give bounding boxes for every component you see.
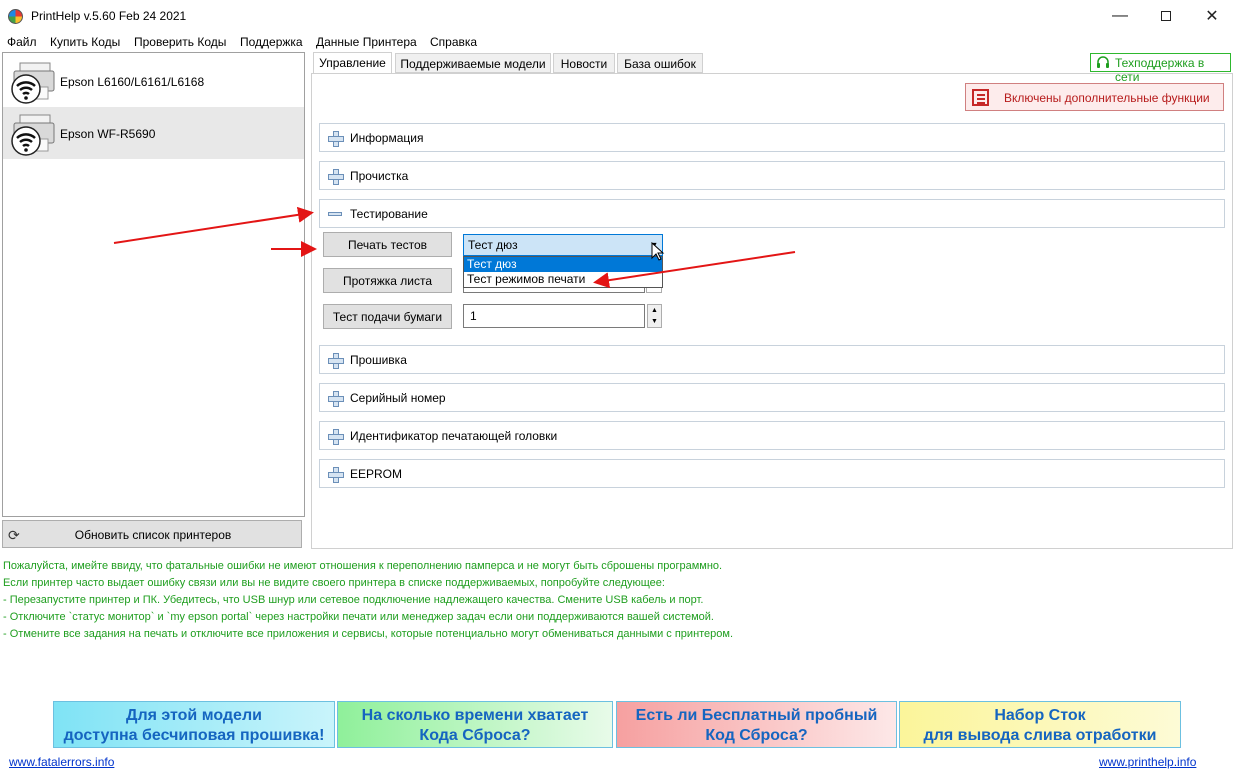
- info-line: Пожалуйста, имейте ввиду, что фатальные …: [3, 560, 723, 572]
- close-button[interactable]: ✕: [1189, 0, 1235, 32]
- menu-help[interactable]: Справка: [430, 35, 477, 49]
- promo-free-trial-button[interactable]: Есть ли Бесплатный пробный Код Сброса?: [616, 701, 897, 748]
- printer-name: Epson WF-R5690: [60, 127, 156, 141]
- promo-chipless-firmware-button[interactable]: Для этой модели доступна бесчиповая прош…: [53, 701, 335, 748]
- section-title: Информация: [350, 131, 424, 145]
- sheet-feed-spinner[interactable]: [646, 288, 662, 293]
- chevron-down-icon: ▼: [646, 235, 662, 255]
- sheet-feed-input[interactable]: [463, 288, 645, 293]
- collapse-icon: [328, 212, 342, 216]
- test-type-selected: Тест дюз: [468, 238, 518, 252]
- promo-line: Для этой модели: [126, 707, 262, 724]
- spin-up-icon[interactable]: ▲: [648, 305, 661, 316]
- promo-line: Код Сброса?: [705, 727, 808, 744]
- expand-icon: [328, 169, 344, 185]
- printer-list: Epson L6160/L6161/L6168 Epson WF-R5690: [2, 52, 305, 517]
- dropdown-option-print-mode-test[interactable]: Тест режимов печати: [464, 272, 662, 287]
- expand-icon: [328, 391, 344, 407]
- test-type-dropdown: Тест дюз Тест режимов печати: [463, 256, 663, 288]
- wifi-printer-icon: [11, 62, 55, 104]
- dropdown-option-nozzle-test[interactable]: Тест дюз: [464, 257, 662, 272]
- promo-line: для вывода слива отработки: [923, 727, 1157, 744]
- fatalerrors-link[interactable]: www.fatalerrors.info: [9, 755, 114, 769]
- extra-functions-button[interactable]: Включены дополнительные функции: [965, 83, 1224, 111]
- expand-icon: [328, 353, 344, 369]
- menu-support[interactable]: Поддержка: [240, 35, 303, 49]
- feed-count-spinner[interactable]: ▲ ▼: [647, 304, 662, 328]
- menu-printer-data[interactable]: Данные Принтера: [316, 35, 417, 49]
- troubleshooting-info: Пожалуйста, имейте ввиду, что фатальные …: [3, 558, 733, 643]
- section-title: Тестирование: [350, 207, 428, 221]
- refresh-printers-label: Обновить список принтеров: [74, 528, 232, 542]
- section-testing[interactable]: Тестирование: [319, 199, 1225, 228]
- printer-name: Epson L6160/L6161/L6168: [60, 75, 205, 89]
- window-title: PrintHelp v.5.60 Feb 24 2021: [31, 9, 187, 23]
- section-eeprom[interactable]: EEPROM: [319, 459, 1225, 488]
- expand-icon: [328, 131, 344, 147]
- info-line: Если принтер часто выдает ошибку связи и…: [3, 577, 665, 589]
- section-title: Прошивка: [350, 353, 407, 367]
- promo-line: На сколько времени хватает: [361, 707, 589, 724]
- online-support-label: Техподдержка в сети: [1115, 56, 1205, 84]
- spin-down-icon[interactable]: ▼: [648, 316, 661, 327]
- section-printhead-id[interactable]: Идентификатор печатающей головки: [319, 421, 1225, 450]
- promo-drain-kit-button[interactable]: Набор Сток для вывода слива отработки: [899, 701, 1181, 748]
- section-information[interactable]: Информация: [319, 123, 1225, 152]
- minimize-button[interactable]: —: [1097, 0, 1143, 32]
- menu-check-codes[interactable]: Проверить Коды: [134, 35, 226, 49]
- menu-buy-codes[interactable]: Купить Коды: [50, 35, 120, 49]
- expand-icon: [328, 467, 344, 483]
- sheet-feed-button[interactable]: Протяжка листа: [323, 268, 452, 293]
- printhelp-link[interactable]: www.printhelp.info: [1099, 755, 1196, 769]
- promo-line: Набор Сток: [994, 707, 1086, 724]
- maximize-button[interactable]: [1143, 0, 1189, 32]
- section-firmware[interactable]: Прошивка: [319, 345, 1225, 374]
- tab-error-base[interactable]: База ошибок: [617, 53, 703, 73]
- print-tests-button[interactable]: Печать тестов: [323, 232, 452, 257]
- refresh-printers-button[interactable]: ⟳ Обновить список принтеров: [2, 520, 302, 548]
- feed-count-input[interactable]: 1: [463, 304, 645, 328]
- list-icon: [972, 89, 989, 106]
- menu-file[interactable]: Файл: [7, 35, 37, 49]
- headset-icon: [1097, 56, 1109, 68]
- online-support-badge[interactable]: Техподдержка в сети: [1090, 53, 1231, 84]
- promo-line: Кода Сброса?: [419, 727, 531, 744]
- info-line: - Отключите `статус монитор` и `my epson…: [3, 611, 714, 623]
- extra-functions-label: Включены дополнительные функции: [1004, 91, 1210, 105]
- tab-control[interactable]: Управление: [313, 52, 392, 73]
- printer-list-item-selected[interactable]: Epson WF-R5690: [3, 107, 304, 159]
- expand-icon: [328, 429, 344, 445]
- section-title: Идентификатор печатающей головки: [350, 429, 558, 443]
- app-logo-icon: [8, 9, 23, 24]
- promo-reset-duration-button[interactable]: На сколько времени хватает Кода Сброса?: [337, 701, 613, 748]
- info-line: - Отмените все задания на печать и отклю…: [3, 628, 734, 640]
- section-serial-number[interactable]: Серийный номер: [319, 383, 1225, 412]
- wifi-printer-icon: [11, 114, 55, 156]
- tab-news[interactable]: Новости: [553, 53, 615, 73]
- maximize-icon: [1161, 11, 1171, 21]
- feed-count-value: 1: [470, 309, 477, 323]
- menu-bar: Файл Купить Коды Проверить Коды Поддержк…: [0, 33, 1235, 51]
- title-bar: PrintHelp v.5.60 Feb 24 2021 — ✕: [0, 0, 1235, 32]
- test-type-select[interactable]: Тест дюз ▼: [463, 234, 663, 256]
- promo-line: Есть ли Бесплатный пробный: [635, 707, 878, 724]
- tab-supported-models[interactable]: Поддерживаемые модели: [395, 53, 551, 73]
- info-line: - Перезапустите принтер и ПК. Убедитесь,…: [3, 594, 704, 606]
- section-title: Серийный номер: [350, 391, 446, 405]
- section-cleaning[interactable]: Прочистка: [319, 161, 1225, 190]
- paper-feed-test-button[interactable]: Тест подачи бумаги: [323, 304, 452, 329]
- section-title: EEPROM: [350, 467, 403, 481]
- promo-line: доступна бесчиповая прошивка!: [63, 727, 325, 744]
- section-title: Прочистка: [350, 169, 409, 183]
- printer-list-item[interactable]: Epson L6160/L6161/L6168: [3, 55, 304, 107]
